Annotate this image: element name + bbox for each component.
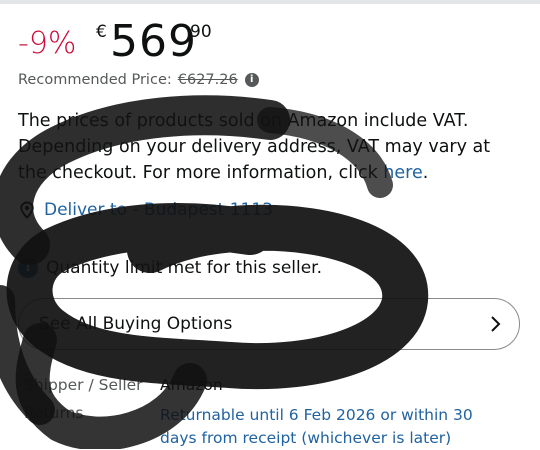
returns-label: Returns: [24, 404, 84, 422]
deliver-to-label: Deliver to - Budapest 1113: [44, 200, 274, 220]
returns-policy-link[interactable]: Returnable until 6 Feb 2026 or within 30…: [160, 404, 500, 450]
recommended-price: Recommended Price: €627.26 i: [18, 72, 259, 88]
location-pin-icon: [20, 201, 34, 219]
vat-notice-end: .: [422, 163, 429, 183]
info-icon: i: [18, 258, 38, 278]
buying-options-label: See All Buying Options: [39, 314, 233, 334]
top-divider: [0, 0, 540, 4]
recommended-price-label: Recommended Price:: [18, 72, 172, 88]
quantity-limit-text: Quantity limit met for this seller.: [46, 258, 323, 278]
see-all-buying-options-button[interactable]: See All Buying Options: [18, 298, 520, 350]
quantity-limit-notice: i Quantity limit met for this seller.: [18, 258, 322, 278]
price-whole: 569: [110, 16, 197, 67]
price-fraction: 90: [190, 22, 212, 42]
price-currency: €: [96, 22, 107, 42]
discount-percent: -9%: [18, 26, 77, 61]
vat-notice: The prices of products sold on Amazon in…: [18, 108, 518, 186]
shipper-seller-value: Amazon: [160, 376, 223, 394]
info-circle-icon[interactable]: i: [244, 73, 259, 87]
chevron-right-icon: [491, 316, 501, 332]
vat-more-info-link[interactable]: here: [383, 163, 422, 183]
shipper-seller-label: Shipper / Seller: [24, 376, 143, 394]
deliver-to-link[interactable]: Deliver to - Budapest 1113: [18, 200, 273, 220]
recommended-price-value: €627.26: [177, 72, 238, 88]
